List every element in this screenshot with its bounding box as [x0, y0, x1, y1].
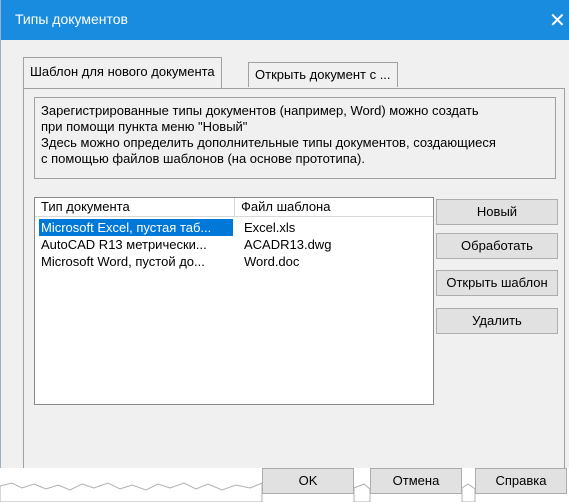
list-header: Тип документа Файл шаблона	[35, 198, 433, 217]
description-line: с помощью файлов шаблонов (на основе про…	[41, 151, 365, 166]
document-types-list[interactable]: Тип документа Файл шаблона Microsoft Exc…	[34, 197, 434, 405]
tab-panel: Зарегистрированные типы документов (напр…	[23, 88, 565, 470]
delete-button[interactable]: Удалить	[436, 308, 558, 334]
list-item-file: Word.doc	[244, 254, 300, 269]
column-header-template-file[interactable]: Файл шаблона	[235, 198, 433, 216]
window-title: Типы документов	[15, 11, 128, 27]
list-item-file: Excel.xls	[244, 220, 296, 235]
column-header-document-type[interactable]: Тип документа	[35, 198, 235, 216]
list-item[interactable]: Microsoft Word, пустой до... Word.doc	[35, 253, 433, 270]
list-item[interactable]: AutoCAD R13 метрически... ACADR13.dwg	[35, 236, 433, 253]
torn-edge-decoration	[0, 482, 569, 502]
description-box: Зарегистрированные типы документов (напр…	[34, 97, 556, 179]
tab-new-document-template[interactable]: Шаблон для нового документа	[23, 57, 222, 88]
tab-open-document-with[interactable]: Открыть документ с ...	[248, 62, 398, 87]
list-item-file: ACADR13.dwg	[244, 237, 332, 252]
new-button[interactable]: Новый	[436, 199, 558, 225]
list-item[interactable]: Microsoft Excel, пустая таб... Excel.xls	[35, 219, 433, 236]
description-line: Здесь можно определить дополнительные ти…	[41, 135, 496, 150]
title-bar[interactable]: Типы документов ✕	[1, 0, 569, 40]
open-template-button[interactable]: Открыть шаблон	[436, 270, 558, 296]
description-line: Зарегистрированные типы документов (напр…	[41, 103, 479, 118]
description-line: при помощи пункта меню "Новый"	[41, 119, 248, 134]
close-icon[interactable]: ✕	[549, 8, 566, 32]
list-item-type: Microsoft Excel, пустая таб...	[39, 219, 233, 236]
dialog-window: Типы документов ✕ Шаблон для нового доку…	[0, 0, 569, 486]
list-item-type: AutoCAD R13 метрически...	[41, 237, 207, 252]
process-button[interactable]: Обработать	[436, 233, 558, 259]
list-item-type: Microsoft Word, пустой до...	[41, 254, 205, 269]
